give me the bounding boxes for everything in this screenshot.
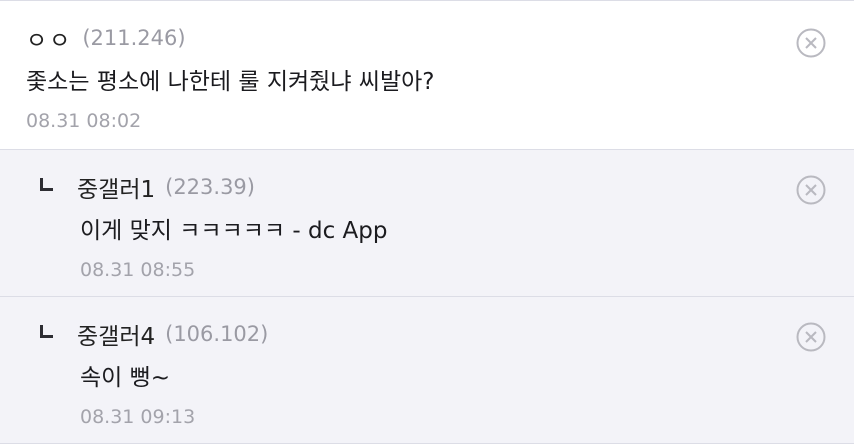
reply-time: 08.31 09:13 [80, 406, 196, 428]
reply-text: 속이 뻥~ [80, 365, 171, 391]
reply-corner-icon [40, 177, 53, 191]
comment-item: ㅇㅇ (211.246) 좇소는 평소에 나한테 룰 지켜줬냐 씨발아? 08.… [0, 1, 854, 150]
delete-reply-button[interactable] [796, 175, 826, 205]
circle-x-icon [796, 175, 826, 205]
reply-text: 이게 맞지 ㅋㅋㅋㅋㅋ - dc App [80, 218, 388, 244]
reply-corner-icon [40, 324, 53, 338]
reply-nickname[interactable]: 중갤러1 [77, 170, 155, 204]
reply-header: 중갤러1 (223.39) [40, 170, 854, 204]
reply-ip: (223.39) [165, 175, 255, 199]
reply-ip: (106.102) [165, 322, 269, 346]
comment-ip: (211.246) [82, 26, 186, 50]
circle-x-icon [796, 28, 826, 58]
delete-comment-button[interactable] [796, 28, 826, 58]
reply-nickname[interactable]: 중갤러4 [77, 317, 155, 351]
reply-time: 08.31 08:55 [80, 259, 196, 281]
reply-header: 중갤러4 (106.102) [40, 317, 854, 351]
reply-item: 중갤러4 (106.102) 속이 뻥~ 08.31 09:13 [0, 297, 854, 444]
comment-header: ㅇㅇ (211.246) [26, 21, 854, 55]
delete-reply-button[interactable] [796, 322, 826, 352]
comment-nickname[interactable]: ㅇㅇ [26, 21, 72, 55]
reply-item: 중갤러1 (223.39) 이게 맞지 ㅋㅋㅋㅋㅋ - dc App 08.31… [0, 150, 854, 297]
comment-time: 08.31 08:02 [26, 110, 142, 132]
comment-text: 좇소는 평소에 나한테 룰 지켜줬냐 씨발아? [26, 69, 435, 95]
comment-list: ㅇㅇ (211.246) 좇소는 평소에 나한테 룰 지켜줬냐 씨발아? 08.… [0, 0, 854, 447]
circle-x-icon [796, 322, 826, 352]
